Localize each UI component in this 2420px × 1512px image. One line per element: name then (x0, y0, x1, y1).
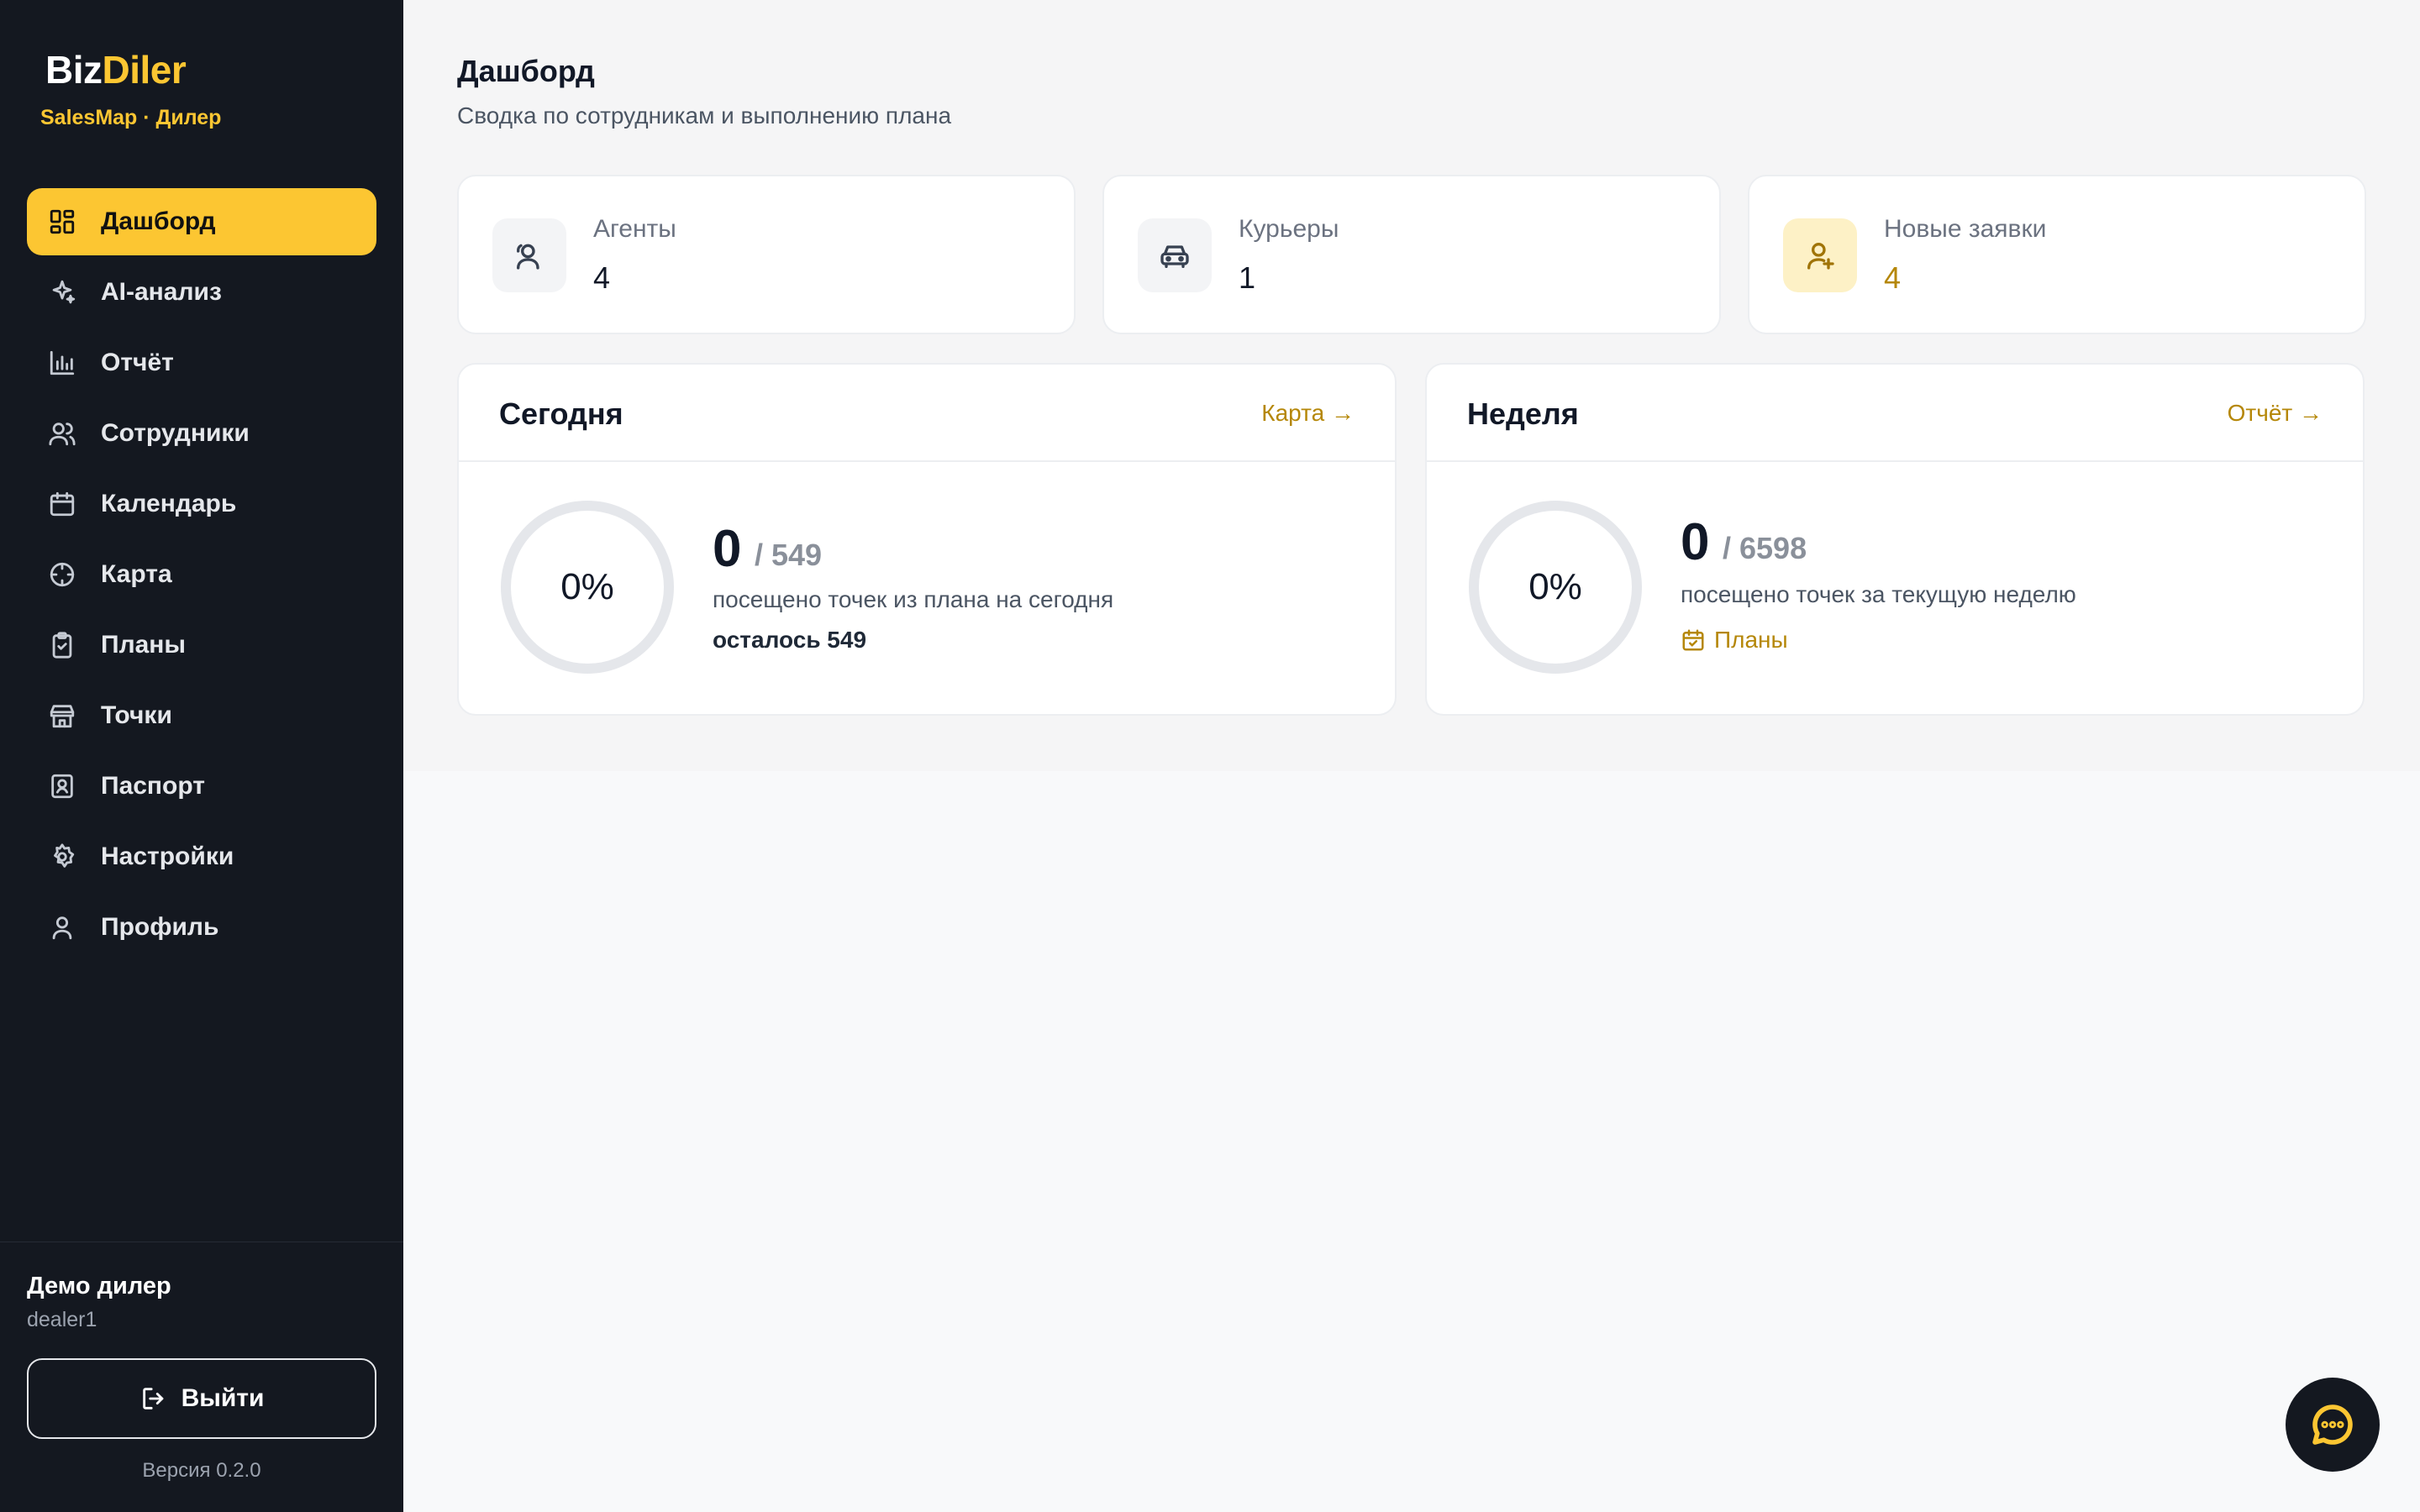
sidebar-item-profile[interactable]: Профиль (27, 894, 376, 961)
progress-percent: 0% (1528, 566, 1582, 607)
sidebar-item-calendar[interactable]: Календарь (27, 470, 376, 538)
user-plus-icon (1783, 218, 1857, 292)
sidebar-item-label: Сотрудники (101, 419, 250, 447)
crosshair-icon (47, 559, 77, 590)
sidebar-item-label: Паспорт (101, 772, 205, 800)
clipboard-check-icon (47, 630, 77, 660)
panel-title: Неделя (1467, 396, 1579, 431)
sparkle-icon (47, 277, 77, 307)
sidebar-item-label: AI-анализ (101, 278, 222, 306)
visited-count: 0 (713, 520, 742, 578)
sidebar-item-passport[interactable]: Паспорт (27, 753, 376, 820)
sidebar-item-label: Дашборд (101, 207, 216, 235)
store-icon (47, 701, 77, 731)
logout-icon (142, 1388, 163, 1410)
brand-subtitle: SalesMap · Дилер (40, 106, 222, 129)
sidebar-item-label: Карта (101, 560, 172, 588)
sidebar-item-label: Настройки (101, 843, 234, 870)
visited-description: посещено точек из плана на сегодня (713, 586, 1114, 612)
map-link[interactable]: Карта → (1261, 400, 1355, 427)
sidebar-item-map[interactable]: Карта (27, 541, 376, 608)
sidebar-item-employees[interactable]: Сотрудники (27, 400, 376, 467)
stat-label: Курьеры (1239, 215, 1339, 243)
app-version: Версия 0.2.0 (142, 1459, 261, 1482)
car-icon (1138, 218, 1212, 292)
gear-icon (47, 842, 77, 872)
sidebar-item-settings[interactable]: Настройки (27, 823, 376, 890)
sidebar-item-points[interactable]: Точки (27, 682, 376, 749)
sidebar-item-report[interactable]: Отчёт (27, 329, 376, 396)
sidebar-footer: Демо дилер dealer1 Выйти Версия 0.2.0 (0, 1242, 403, 1512)
logout-button[interactable]: Выйти (27, 1358, 376, 1439)
panel-header: Сегодня Карта → (459, 365, 1395, 462)
sidebar-item-label: Планы (101, 631, 187, 659)
sidebar-item-label: Профиль (101, 913, 219, 941)
stat-card-new-requests[interactable]: Новые заявки 4 (1748, 175, 2366, 334)
dashboard-icon (47, 207, 77, 237)
stat-card-agents: Агенты 4 (457, 175, 1076, 334)
page-subtitle: Сводка по сотрудникам и выполнению плана (457, 102, 952, 129)
agents-icon (492, 218, 566, 292)
sidebar-item-label: Отчёт (101, 349, 174, 376)
stat-label: Агенты (593, 215, 676, 243)
visited-count: 0 (1681, 513, 1710, 571)
report-link[interactable]: Отчёт → (2228, 400, 2323, 427)
stat-value: 4 (1884, 260, 1902, 295)
visited-description: посещено точек за текущую неделю (1681, 581, 2076, 607)
remaining-count: осталось 549 (713, 627, 867, 653)
panel-header: Неделя Отчёт → (1427, 365, 2363, 462)
plan-total: / 6598 (1723, 531, 1807, 565)
brand-logo[interactable]: BizDiler (45, 47, 187, 92)
sidebar: BizDiler SalesMap · Дилер Дашборд AI-ана… (0, 0, 403, 1512)
sidebar-item-plans[interactable]: Планы (27, 612, 376, 679)
stat-value: 4 (593, 260, 611, 295)
bar-chart-icon (47, 348, 77, 378)
page-title: Дашборд (457, 54, 595, 88)
calendar-icon (47, 489, 77, 519)
sidebar-item-label: Точки (101, 701, 172, 729)
user-name: Демо дилер (27, 1273, 171, 1299)
stat-value: 1 (1239, 260, 1256, 295)
progress-percent: 0% (560, 566, 614, 607)
stat-card-couriers: Курьеры 1 (1102, 175, 1721, 334)
calendar-check-icon (1682, 629, 1704, 651)
chat-icon (2312, 1404, 2353, 1445)
user-icon (47, 912, 77, 942)
sidebar-item-label: Календарь (101, 490, 237, 517)
panel-week: Неделя Отчёт → 0% 0 / 6598 посещено точе… (1425, 363, 2365, 716)
sidebar-nav: Дашборд AI-анализ Отчёт Сотрудники Кален… (27, 188, 376, 964)
panel-today: Сегодня Карта → 0% 0 / 549 посещено точе… (457, 363, 1397, 716)
sidebar-item-dashboard[interactable]: Дашборд (27, 188, 376, 255)
plans-link-label: Планы (1714, 627, 1788, 653)
logout-label: Выйти (181, 1384, 265, 1412)
panel-title: Сегодня (499, 396, 623, 431)
id-card-icon (47, 771, 77, 801)
users-icon (47, 418, 77, 449)
plans-link[interactable]: Планы (1681, 627, 1788, 654)
chat-button[interactable] (2286, 1378, 2380, 1472)
user-login: dealer1 (27, 1308, 97, 1331)
sidebar-item-ai-analysis[interactable]: AI-анализ (27, 259, 376, 326)
plan-total: / 549 (755, 538, 823, 572)
stat-label: Новые заявки (1884, 215, 2047, 243)
